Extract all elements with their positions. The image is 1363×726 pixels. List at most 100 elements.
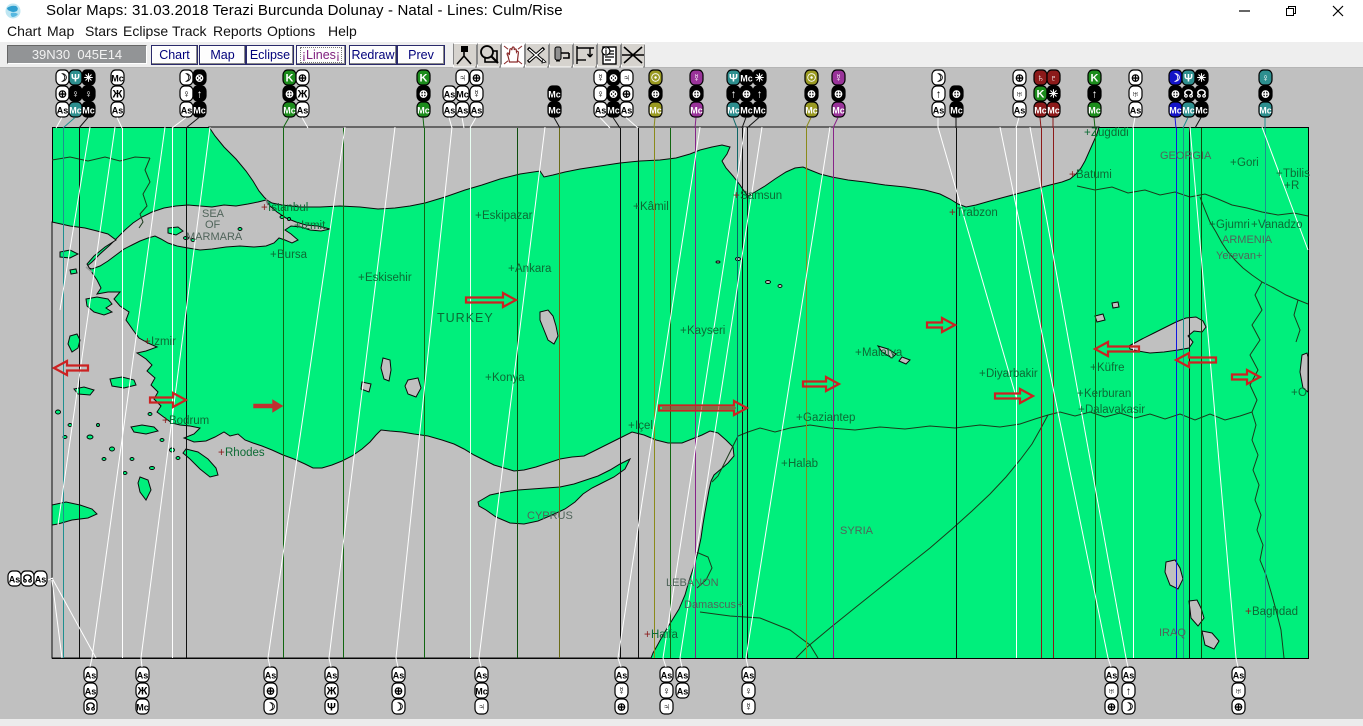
svg-text:Mc: Mc xyxy=(727,106,740,116)
svg-text:Ж: Ж xyxy=(137,686,148,698)
svg-text:As: As xyxy=(181,106,193,116)
svg-text:+: + xyxy=(1084,127,1091,139)
svg-text:⊕: ⊕ xyxy=(651,89,660,101)
svg-text:♅: ♅ xyxy=(1234,686,1242,698)
svg-text:✳: ✳ xyxy=(1197,73,1206,85)
svg-text:Küfre: Küfre xyxy=(1097,362,1125,374)
svg-text:Yerevan: Yerevan xyxy=(1216,250,1256,262)
svg-text:+: + xyxy=(162,415,169,427)
svg-text:⊕: ⊕ xyxy=(834,89,843,101)
svg-text:☊: ☊ xyxy=(1197,89,1207,101)
svg-text:As: As xyxy=(393,671,405,681)
svg-text:+: + xyxy=(270,249,277,261)
svg-text:As: As xyxy=(57,106,69,116)
svg-text:♃: ♃ xyxy=(622,73,630,85)
svg-text:Dalavakasir: Dalavakasir xyxy=(1085,404,1145,416)
svg-text:Mc: Mc xyxy=(1047,106,1060,116)
svg-text:♃: ♃ xyxy=(477,702,485,714)
svg-text:As: As xyxy=(444,90,456,100)
svg-text:+: + xyxy=(1276,168,1283,180)
svg-text:♀: ♀ xyxy=(1261,73,1269,85)
svg-text:As: As xyxy=(621,106,633,116)
svg-text:Batumi: Batumi xyxy=(1076,169,1112,181)
svg-text:Bursa: Bursa xyxy=(277,249,308,261)
svg-text:Ψ: Ψ xyxy=(327,702,336,714)
svg-text:As: As xyxy=(616,671,628,681)
svg-text:+: + xyxy=(1284,180,1291,192)
svg-text:Gori: Gori xyxy=(1237,157,1259,169)
svg-text:Kerburan: Kerburan xyxy=(1084,388,1131,400)
svg-text:As: As xyxy=(326,671,338,681)
svg-text:Kâmil: Kâmil xyxy=(640,201,669,213)
svg-text:⊕: ⊕ xyxy=(58,89,67,101)
svg-text:Mc: Mc xyxy=(1034,106,1047,116)
svg-text:☉: ☉ xyxy=(807,73,817,85)
svg-text:+: + xyxy=(1209,219,1216,231)
svg-text:Baghdad: Baghdad xyxy=(1252,606,1298,618)
svg-text:Samsun: Samsun xyxy=(740,190,782,202)
svg-text:+: + xyxy=(261,202,268,214)
svg-text:Mc: Mc xyxy=(690,106,703,116)
svg-text:As: As xyxy=(677,671,689,681)
svg-text:As: As xyxy=(444,106,456,116)
svg-text:Ж: Ж xyxy=(326,686,337,698)
svg-text:As: As xyxy=(85,671,97,681)
svg-text:Konya: Konya xyxy=(492,372,525,384)
svg-text:+: + xyxy=(1256,250,1262,262)
svg-text:Ψ: Ψ xyxy=(71,73,80,85)
svg-text:+: + xyxy=(144,336,151,348)
svg-text:+: + xyxy=(633,201,640,213)
svg-text:As: As xyxy=(9,575,21,585)
svg-text:☽: ☽ xyxy=(1171,73,1181,85)
svg-text:↑: ↑ xyxy=(731,89,737,101)
svg-text:i: i xyxy=(605,47,607,56)
svg-text:Mc: Mc xyxy=(805,106,818,116)
svg-text:⊕: ⊕ xyxy=(617,702,626,714)
svg-text:☿: ☿ xyxy=(472,89,480,101)
svg-text:Mc: Mc xyxy=(193,106,206,116)
svg-text:Malatya: Malatya xyxy=(862,347,903,359)
svg-text:+: + xyxy=(508,263,515,275)
svg-text:Içel: Içel xyxy=(635,420,653,432)
svg-text:☿: ☿ xyxy=(744,702,752,714)
svg-text:⊕: ⊕ xyxy=(1015,73,1024,85)
svg-text:Eskipazar: Eskipazar xyxy=(482,210,533,222)
svg-text:⊕: ⊕ xyxy=(1107,702,1116,714)
svg-text:As: As xyxy=(137,671,149,681)
svg-text:As: As xyxy=(471,106,483,116)
svg-text:♄: ♄ xyxy=(1036,73,1044,85)
svg-text:As: As xyxy=(595,106,607,116)
svg-text:Bodrum: Bodrum xyxy=(169,415,209,427)
svg-text:Diyarbakir: Diyarbakir xyxy=(986,368,1038,380)
svg-text:Damascus: Damascus xyxy=(684,599,736,611)
svg-text:LEBANON: LEBANON xyxy=(666,577,719,589)
svg-text:Mc: Mc xyxy=(548,90,561,100)
svg-text:As: As xyxy=(112,106,124,116)
svg-text:GEORGIA: GEORGIA xyxy=(1160,150,1212,162)
svg-text:As: As xyxy=(1233,671,1245,681)
svg-text:TURKEY: TURKEY xyxy=(437,311,494,325)
svg-text:♅: ♅ xyxy=(1107,686,1115,698)
svg-text:As: As xyxy=(457,106,469,116)
svg-text:+: + xyxy=(1069,169,1076,181)
svg-text:Ψ: Ψ xyxy=(1184,73,1193,85)
svg-text:K: K xyxy=(1091,73,1099,85)
svg-text:R: R xyxy=(1291,180,1299,192)
svg-text:+: + xyxy=(475,210,482,222)
svg-text:ARMENIA: ARMENIA xyxy=(1222,234,1273,246)
svg-text:As: As xyxy=(933,106,945,116)
svg-text:Ψ: Ψ xyxy=(729,73,738,85)
svg-text:↑: ↑ xyxy=(197,89,203,101)
svg-text:+: + xyxy=(1090,362,1097,374)
svg-text:Trabzon: Trabzon xyxy=(956,207,998,219)
svg-text:Mc: Mc xyxy=(548,106,561,116)
svg-text:♃: ♃ xyxy=(458,73,466,85)
svg-text:↑: ↑ xyxy=(1092,89,1098,101)
svg-text:⊕: ⊕ xyxy=(807,89,816,101)
svg-text:♅: ♅ xyxy=(1131,89,1139,101)
svg-text:As: As xyxy=(743,671,755,681)
svg-text:+: + xyxy=(733,190,740,202)
svg-text:⊕: ⊕ xyxy=(472,73,481,85)
svg-text:Mc: Mc xyxy=(111,74,124,84)
svg-text:Haifa: Haifa xyxy=(651,629,678,641)
